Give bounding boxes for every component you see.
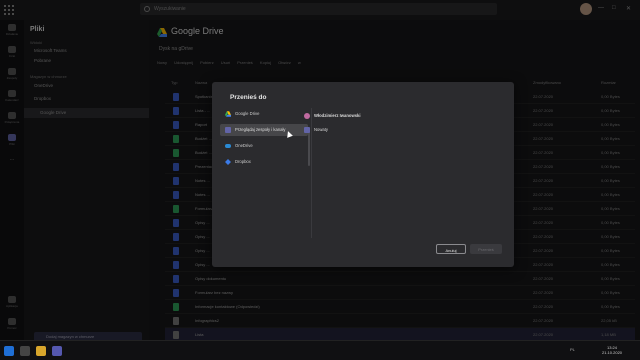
- teams-icon: [304, 127, 310, 133]
- teams-icon: [225, 127, 231, 133]
- user-icon: [304, 113, 310, 119]
- location-list: Google Drive Przeglądaj zespoły i kanały…: [220, 108, 312, 238]
- location-content: Włodzimierz Iwanowski Nowaty: [304, 108, 504, 238]
- team-label: Nowaty: [314, 127, 328, 132]
- owner-label: Włodzimierz Iwanowski: [314, 113, 361, 118]
- move-to-dialog: Przenieś do Google Drive Przeglądaj zesp…: [212, 82, 514, 267]
- location-google-drive[interactable]: Google Drive: [220, 108, 308, 120]
- dropbox-icon: [225, 159, 231, 165]
- location-label: Przeglądaj zespoły i kanały: [235, 127, 286, 132]
- taskbar: PL 13:24 21.10.2020: [0, 340, 640, 360]
- clock-date: 21.10.2020: [602, 350, 623, 355]
- tray-language[interactable]: PL: [570, 347, 575, 352]
- onedrive-icon: [225, 144, 231, 148]
- start-icon[interactable]: [4, 346, 14, 356]
- location-label: Dropbox: [235, 159, 251, 164]
- explorer-icon[interactable]: [36, 346, 46, 356]
- location-label: OneDrive: [235, 143, 253, 148]
- teams-icon[interactable]: [52, 346, 62, 356]
- location-onedrive[interactable]: OneDrive: [220, 140, 308, 152]
- location-dropbox[interactable]: Dropbox: [220, 156, 308, 168]
- google-drive-icon: [225, 111, 231, 117]
- dialog-title: Przenieś do: [230, 94, 267, 101]
- search-icon[interactable]: [20, 346, 30, 356]
- location-browse-teams[interactable]: Przeglądaj zespoły i kanały: [220, 124, 308, 136]
- location-label: Google Drive: [235, 111, 260, 116]
- move-button[interactable]: Przenieś: [470, 244, 502, 254]
- clock[interactable]: 13:24 21.10.2020: [602, 345, 622, 355]
- cancel-button[interactable]: Anuluj: [436, 244, 466, 254]
